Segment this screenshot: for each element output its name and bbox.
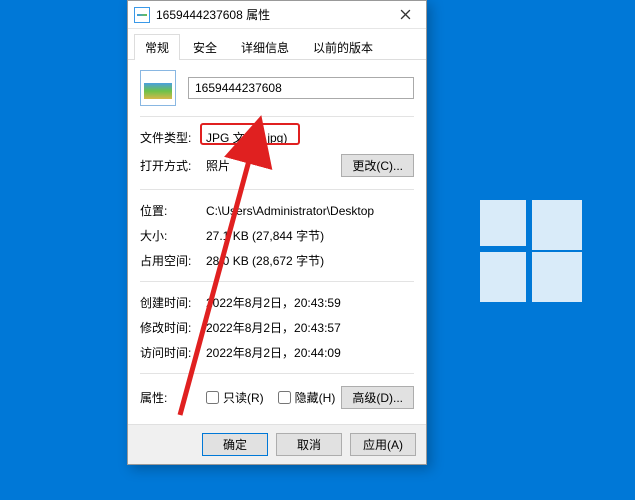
location-label: 位置:	[140, 202, 206, 219]
created-value: 2022年8月2日，20:43:59	[206, 294, 414, 311]
file-icon-small	[134, 7, 150, 23]
dialog-footer: 确定 取消 应用(A)	[128, 424, 426, 464]
size-on-disk-value: 28.0 KB (28,672 字节)	[206, 252, 414, 269]
readonly-checkbox[interactable]: 只读(R)	[206, 389, 264, 406]
modified-label: 修改时间:	[140, 319, 206, 336]
opens-with-value: 照片	[206, 157, 341, 174]
tab-details[interactable]: 详细信息	[230, 34, 300, 60]
created-label: 创建时间:	[140, 294, 206, 311]
opens-with-label: 打开方式:	[140, 157, 206, 174]
hidden-input[interactable]	[278, 391, 291, 404]
properties-dialog: 1659444237608 属性 常规 安全 详细信息 以前的版本 文件类型: …	[127, 0, 427, 465]
modified-value: 2022年8月2日，20:43:57	[206, 319, 414, 336]
hidden-checkbox[interactable]: 隐藏(H)	[278, 389, 336, 406]
file-type-label: 文件类型:	[140, 129, 206, 146]
tab-general[interactable]: 常规	[134, 34, 180, 60]
close-button[interactable]	[384, 1, 426, 29]
titlebar: 1659444237608 属性	[128, 1, 426, 29]
readonly-label: 只读(R)	[223, 389, 264, 406]
file-icon	[140, 70, 176, 106]
hidden-label: 隐藏(H)	[295, 389, 336, 406]
cancel-button[interactable]: 取消	[276, 433, 342, 456]
tab-previous-versions[interactable]: 以前的版本	[302, 34, 384, 60]
location-value: C:\Users\Administrator\Desktop	[206, 204, 414, 218]
window-title: 1659444237608 属性	[156, 6, 384, 23]
accessed-label: 访问时间:	[140, 344, 206, 361]
apply-button[interactable]: 应用(A)	[350, 433, 416, 456]
tab-strip: 常规 安全 详细信息 以前的版本	[128, 29, 426, 60]
size-label: 大小:	[140, 227, 206, 244]
size-value: 27.1 KB (27,844 字节)	[206, 227, 414, 244]
attributes-label: 属性:	[140, 389, 206, 406]
file-type-value: JPG 文件 (.jpg)	[206, 129, 414, 146]
windows-logo	[480, 200, 588, 308]
tab-security[interactable]: 安全	[182, 34, 228, 60]
accessed-value: 2022年8月2日，20:44:09	[206, 344, 414, 361]
readonly-input[interactable]	[206, 391, 219, 404]
change-button[interactable]: 更改(C)...	[341, 154, 414, 177]
size-on-disk-label: 占用空间:	[140, 252, 206, 269]
filename-input[interactable]	[188, 77, 414, 99]
close-icon	[400, 9, 411, 20]
tab-content: 文件类型: JPG 文件 (.jpg) 打开方式: 照片 更改(C)... 位置…	[128, 60, 426, 419]
advanced-button[interactable]: 高级(D)...	[341, 386, 414, 409]
ok-button[interactable]: 确定	[202, 433, 268, 456]
